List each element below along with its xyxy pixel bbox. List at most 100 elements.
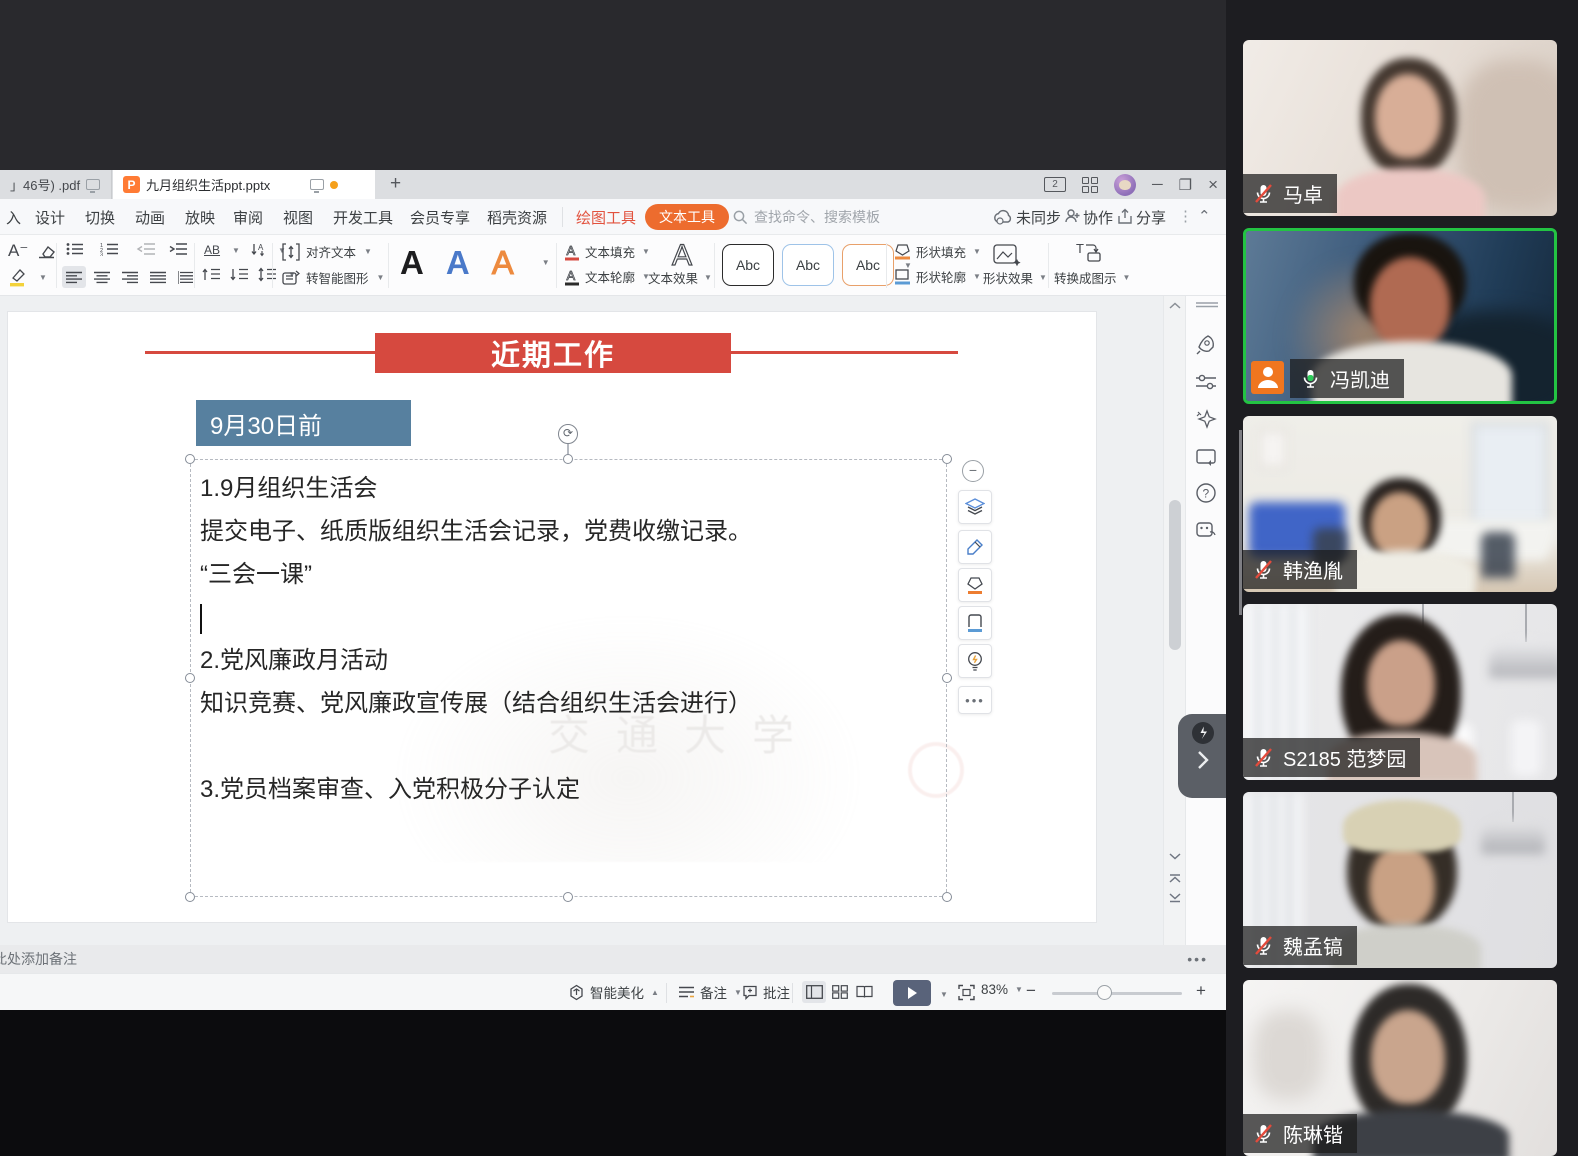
numbered-list-icon[interactable]: 123 [100, 242, 124, 256]
space-before-icon[interactable] [202, 267, 220, 282]
app-grid-icon[interactable] [1082, 177, 1098, 193]
slide-title-banner[interactable]: 近期工作 [375, 333, 731, 373]
smart-graphic-label[interactable]: 转智能图形 [306, 268, 369, 287]
align-right-button[interactable] [118, 266, 142, 288]
next-slide-button[interactable] [1168, 892, 1182, 904]
align-text-icon[interactable] [282, 243, 300, 261]
text-direction-icon[interactable]: A [250, 242, 266, 258]
resize-handle-nw[interactable] [185, 454, 195, 464]
smart-graphic-icon[interactable] [282, 270, 300, 286]
participant-tile[interactable]: 魏孟镐 [1243, 792, 1557, 968]
menu-docer[interactable]: 稻壳资源 [487, 207, 547, 228]
new-tab-button[interactable]: + [390, 173, 401, 195]
resize-handle-se[interactable] [942, 892, 952, 902]
layer-order-button[interactable] [958, 490, 992, 524]
quick-fill-button[interactable] [958, 568, 992, 602]
menu-design[interactable]: 设计 [35, 207, 65, 228]
shape-effects-icon[interactable] [993, 243, 1021, 267]
text-fill-label[interactable]: 文本填充 [585, 242, 635, 261]
menu-insert-partial[interactable]: 入 [6, 207, 21, 228]
resize-handle-sw[interactable] [185, 892, 195, 902]
bullet-list-icon[interactable] [66, 242, 88, 256]
assistant-pet-icon[interactable] [1195, 518, 1217, 540]
fit-slide-icon[interactable] [958, 984, 975, 1001]
justify-button[interactable] [146, 266, 170, 288]
menu-member[interactable]: 会员专享 [410, 207, 470, 228]
line-spacing-icon[interactable] [258, 267, 276, 282]
slide[interactable]: 交通大学 近期工作 9月30日前 ⟳ [8, 312, 1096, 922]
split-view-icon[interactable]: 2 [1044, 177, 1066, 192]
align-text-label[interactable]: 对齐文本 [306, 242, 356, 261]
wordart-preset-black[interactable]: A [400, 246, 424, 279]
wordart-more-button[interactable]: ▼ [542, 258, 550, 267]
tab-pdf-document[interactable]: 」46号) .pdf [0, 170, 112, 199]
menu-draw-tools[interactable]: 绘图工具 [576, 207, 636, 228]
collapse-object-toolbar-button[interactable]: − [962, 460, 984, 482]
scroll-up-icon[interactable] [1169, 302, 1181, 310]
shrink-font-button[interactable]: A⁻ [8, 241, 28, 261]
zoom-in-button[interactable]: + [1196, 981, 1206, 1001]
rotate-handle[interactable]: ⟳ [558, 424, 578, 444]
scrollbar-thumb[interactable] [1169, 500, 1181, 650]
resize-handle-s[interactable] [563, 892, 573, 902]
to-diagram-icon[interactable]: T [1076, 241, 1102, 263]
space-after-icon[interactable] [230, 267, 248, 282]
reading-view-button[interactable] [852, 981, 876, 1003]
scroll-down-icon[interactable] [1169, 852, 1181, 860]
comments-button[interactable]: 批注 [742, 982, 790, 1002]
normal-view-button[interactable] [802, 981, 826, 1003]
search-icon[interactable] [733, 210, 748, 225]
share-label[interactable]: 分享 [1136, 207, 1166, 228]
panel-handle-icon[interactable] [1196, 302, 1218, 308]
tab-active-pptx[interactable]: P 九月组织生活ppt.pptx [113, 170, 375, 199]
shape-effects-label[interactable]: 形状效果 [983, 268, 1033, 287]
zoom-level-button[interactable]: 83%▼ [981, 982, 1023, 997]
zoom-slider-track[interactable] [1052, 992, 1182, 995]
shape-style-black[interactable]: Abc [722, 244, 774, 286]
notes-button[interactable]: 备注▼ [678, 982, 742, 1002]
collaborate-label[interactable]: 协作 [1083, 207, 1113, 228]
align-left-button[interactable] [62, 266, 86, 288]
search-input[interactable]: 查找命令、搜索模板 [754, 207, 880, 227]
resize-handle-n[interactable] [563, 454, 573, 464]
minimize-button[interactable]: ─ [1152, 176, 1163, 193]
align-center-button[interactable] [90, 266, 114, 288]
participant-tile[interactable]: 韩渔胤 [1243, 416, 1557, 592]
char-spacing-button[interactable]: AB [204, 243, 220, 257]
cloud-sync-icon[interactable] [993, 209, 1013, 225]
effects-star-icon[interactable] [1195, 408, 1217, 430]
slideshow-play-button[interactable] [893, 980, 931, 1006]
resize-handle-w[interactable] [185, 673, 195, 683]
smart-beautify-button[interactable]: 智能美化▲ [568, 982, 659, 1002]
resize-handle-ne[interactable] [942, 454, 952, 464]
menu-slideshow[interactable]: 放映 [185, 207, 215, 228]
zoom-out-button[interactable]: − [1026, 981, 1036, 1001]
shape-fill-icon[interactable] [894, 243, 911, 260]
date-badge[interactable]: 9月30日前 [196, 400, 411, 446]
text-outline-icon[interactable]: A [564, 268, 580, 286]
more-object-options-button[interactable]: ••• [958, 686, 992, 714]
participant-tile[interactable]: S2185 范梦园 [1243, 604, 1557, 780]
notes-bar[interactable]: 此处添加备注 ••• [0, 945, 1226, 973]
user-avatar[interactable] [1114, 174, 1136, 196]
wordart-preset-orange[interactable]: A [492, 246, 514, 279]
eraser-icon[interactable] [37, 244, 56, 259]
text-fill-icon[interactable]: A [564, 243, 580, 261]
participant-tile[interactable]: 马卓 [1243, 40, 1557, 216]
rocket-tool-icon[interactable] [1195, 334, 1217, 356]
sync-status-label[interactable]: 未同步 [1016, 207, 1061, 228]
shape-style-blue[interactable]: Abc [782, 244, 834, 286]
slide-scrollbar[interactable] [1163, 296, 1185, 945]
menu-text-tools-active[interactable]: 文本工具 [645, 204, 729, 230]
text-outline-label[interactable]: 文本轮廓 [585, 267, 635, 286]
close-button[interactable]: × [1208, 175, 1218, 195]
highlighter-icon[interactable] [8, 267, 28, 287]
resize-handle-e[interactable] [942, 673, 952, 683]
menu-developer[interactable]: 开发工具 [333, 207, 393, 228]
more-menu-icon[interactable]: ⋮ [1178, 207, 1193, 225]
menu-view[interactable]: 视图 [283, 207, 313, 228]
slide-sorter-view-button[interactable] [828, 981, 852, 1003]
collaborate-icon[interactable] [1064, 208, 1081, 225]
loop-playback-icon[interactable] [1195, 445, 1217, 467]
textbox-content[interactable]: 1.9月组织生活会 提交电子、纸质版组织生活会记录，党费收缴记录。 “三会一课”… [200, 468, 940, 812]
